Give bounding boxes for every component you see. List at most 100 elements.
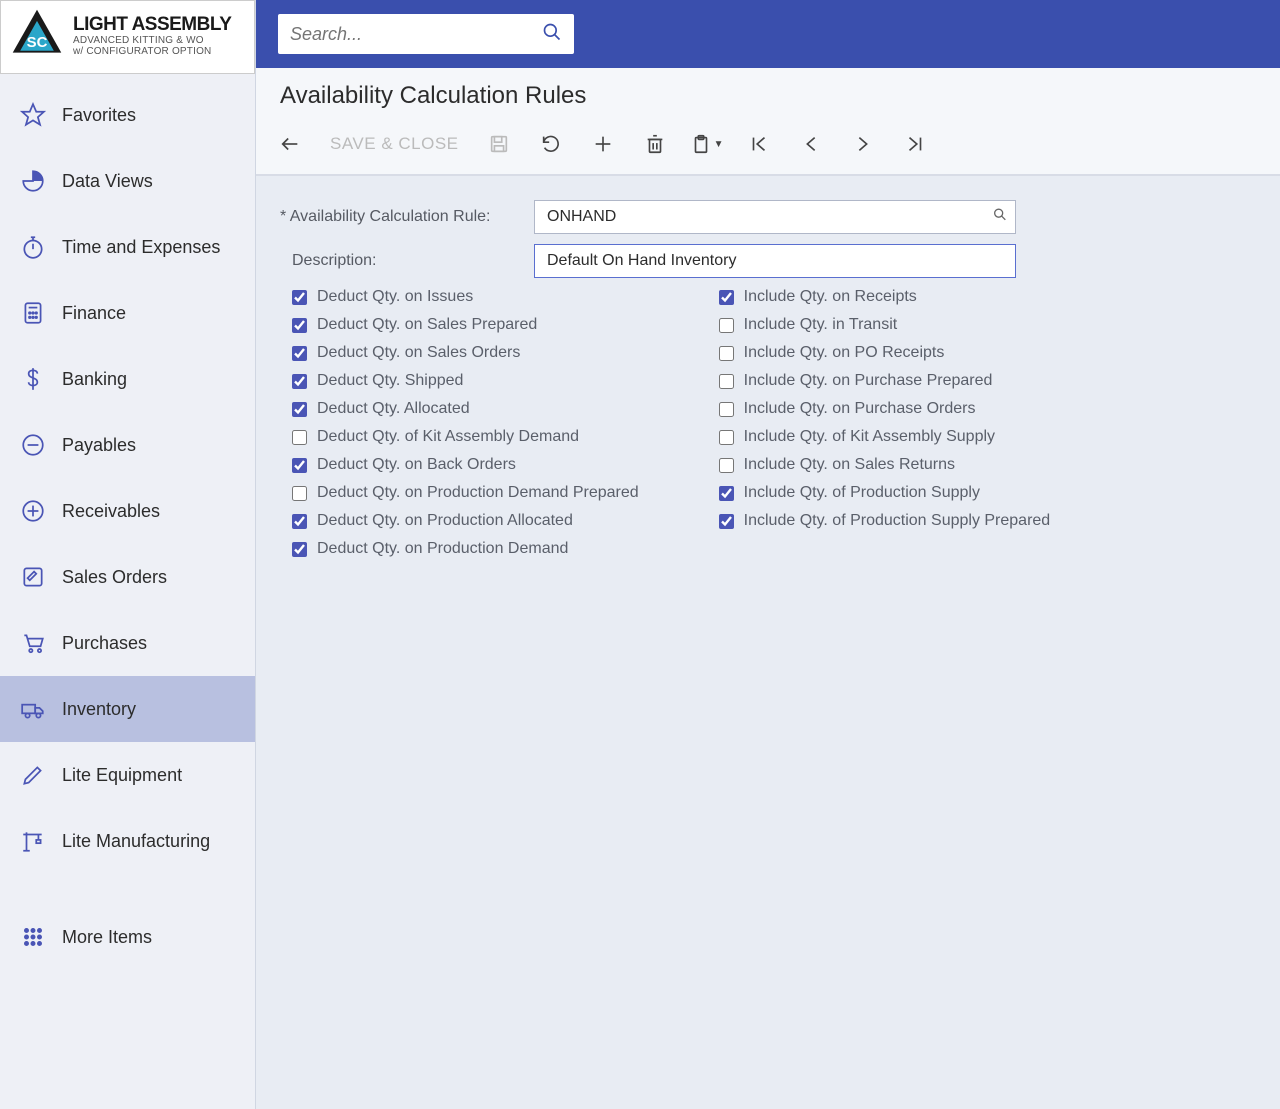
checkbox-deduct-qty-on-production-demand-prepared[interactable] <box>292 486 307 501</box>
checkbox-label[interactable]: Include Qty. of Production Supply <box>744 484 980 502</box>
sidebar-item-label: Banking <box>62 369 127 390</box>
topbar <box>256 0 1280 68</box>
sidebar-item-time-and-expenses[interactable]: Time and Expenses <box>0 214 255 280</box>
sidebar-item-label: More Items <box>62 927 152 948</box>
checkbox-label[interactable]: Deduct Qty. on Production Allocated <box>317 512 573 530</box>
checkbox-include-qty-on-receipts[interactable] <box>719 290 734 305</box>
first-button[interactable] <box>739 126 779 162</box>
back-button[interactable] <box>270 126 310 162</box>
checkbox-deduct-qty-of-kit-assembly-demand[interactable] <box>292 430 307 445</box>
checkbox-label[interactable]: Deduct Qty. on Back Orders <box>317 456 516 474</box>
sidebar-item-label: Lite Equipment <box>62 765 182 786</box>
checkbox-row: Deduct Qty. on Production Demand Prepare… <box>292 484 639 502</box>
checkbox-deduct-qty-shipped[interactable] <box>292 374 307 389</box>
checkbox-label[interactable]: Include Qty. in Transit <box>744 316 898 334</box>
checkbox-deduct-qty-on-sales-prepared[interactable] <box>292 318 307 333</box>
logo-block: SC LIGHT ASSEMBLY ADVANCED KITTING & WO … <box>0 0 255 74</box>
include-checkbox-column: Include Qty. on Receipts Include Qty. in … <box>719 288 1051 558</box>
checkbox-row: Deduct Qty. Allocated <box>292 400 639 418</box>
nav-list: Favorites Data Views Time and Expenses Fina… <box>0 74 255 1109</box>
rule-input[interactable] <box>534 200 1016 234</box>
checkbox-row: Deduct Qty. on Production Allocated <box>292 512 639 530</box>
checkbox-deduct-qty-allocated[interactable] <box>292 402 307 417</box>
checkbox-label[interactable]: Deduct Qty. of Kit Assembly Demand <box>317 428 579 446</box>
checkbox-label[interactable]: Include Qty. on Receipts <box>744 288 917 306</box>
sidebar-item-label: Data Views <box>62 171 153 192</box>
sidebar-item-more[interactable]: More Items <box>0 904 255 970</box>
checkbox-deduct-qty-on-production-allocated[interactable] <box>292 514 307 529</box>
checkbox-include-qty-on-purchase-prepared[interactable] <box>719 374 734 389</box>
sidebar-item-finance[interactable]: Finance <box>0 280 255 346</box>
next-button[interactable] <box>843 126 883 162</box>
sidebar-item-purchases[interactable]: Purchases <box>0 610 255 676</box>
sidebar-item-lite-equipment[interactable]: Lite Equipment <box>0 742 255 808</box>
checkbox-label[interactable]: Include Qty. on Purchase Orders <box>744 400 976 418</box>
checkbox-label[interactable]: Deduct Qty. on Sales Orders <box>317 344 520 362</box>
sidebar-item-label: Receivables <box>62 501 160 522</box>
checkbox-include-qty-in-transit[interactable] <box>719 318 734 333</box>
checkbox-label[interactable]: Deduct Qty. on Sales Prepared <box>317 316 537 334</box>
checkbox-label[interactable]: Deduct Qty. on Production Demand Prepare… <box>317 484 639 502</box>
checkbox-label[interactable]: Include Qty. of Production Supply Prepar… <box>744 512 1051 530</box>
plus-circle-icon <box>20 498 46 524</box>
checkbox-label[interactable]: Deduct Qty. Shipped <box>317 372 463 390</box>
undo-button[interactable] <box>531 126 571 162</box>
prev-button[interactable] <box>791 126 831 162</box>
lookup-icon[interactable] <box>992 207 1008 228</box>
brand-subtitle-1: ADVANCED KITTING & WO <box>73 35 231 46</box>
last-button[interactable] <box>895 126 935 162</box>
checkbox-row: Include Qty. of Production Supply <box>719 484 1051 502</box>
checkbox-deduct-qty-on-production-demand[interactable] <box>292 542 307 557</box>
checkbox-label[interactable]: Include Qty. on PO Receipts <box>744 344 945 362</box>
delete-button[interactable] <box>635 126 675 162</box>
sidebar-item-lite-manufacturing[interactable]: Lite Manufacturing <box>0 808 255 874</box>
sidebar-item-favorites[interactable]: Favorites <box>0 82 255 148</box>
calculator-icon <box>20 300 46 326</box>
stopwatch-icon <box>20 234 46 260</box>
checkbox-deduct-qty-on-back-orders[interactable] <box>292 458 307 473</box>
brand-subtitle-2: w/ CONFIGURATOR OPTION <box>73 46 231 57</box>
checkbox-include-qty-on-purchase-orders[interactable] <box>719 402 734 417</box>
sidebar-item-sales-orders[interactable]: Sales Orders <box>0 544 255 610</box>
checkbox-label[interactable]: Deduct Qty. Allocated <box>317 400 470 418</box>
checkbox-label[interactable]: Include Qty. on Purchase Prepared <box>744 372 993 390</box>
checkbox-include-qty-of-production-supply[interactable] <box>719 486 734 501</box>
checkbox-row: Include Qty. of Production Supply Prepar… <box>719 512 1051 530</box>
checkbox-row: Include Qty. on Receipts <box>719 288 1051 306</box>
sidebar-item-inventory[interactable]: Inventory <box>0 676 255 742</box>
checkbox-row: Include Qty. of Kit Assembly Supply <box>719 428 1051 446</box>
sidebar-item-banking[interactable]: Banking <box>0 346 255 412</box>
clipboard-dropdown[interactable]: ▼ <box>687 126 727 162</box>
sidebar-item-label: Finance <box>62 303 126 324</box>
cart-icon <box>20 630 46 656</box>
star-icon <box>20 102 46 128</box>
sidebar-item-data-views[interactable]: Data Views <box>0 148 255 214</box>
checkbox-deduct-qty-on-sales-orders[interactable] <box>292 346 307 361</box>
checkbox-include-qty-on-po-receipts[interactable] <box>719 346 734 361</box>
checkbox-row: Include Qty. on Purchase Prepared <box>719 372 1051 390</box>
sidebar: SC LIGHT ASSEMBLY ADVANCED KITTING & WO … <box>0 0 256 1109</box>
desc-input[interactable] <box>534 244 1016 278</box>
save-close-button: SAVE & CLOSE <box>322 134 467 154</box>
checkbox-label[interactable]: Include Qty. on Sales Returns <box>744 456 955 474</box>
checkbox-row: Include Qty. on Sales Returns <box>719 456 1051 474</box>
desc-label: Description: <box>284 252 534 270</box>
checkbox-include-qty-on-sales-returns[interactable] <box>719 458 734 473</box>
form-area: Availability Calculation Rule: Descripti… <box>256 175 1280 1109</box>
checkbox-include-qty-of-kit-assembly-supply[interactable] <box>719 430 734 445</box>
checkbox-label[interactable]: Include Qty. of Kit Assembly Supply <box>744 428 995 446</box>
sidebar-item-label: Inventory <box>62 699 136 720</box>
checkbox-row: Deduct Qty. on Back Orders <box>292 456 639 474</box>
sidebar-item-payables[interactable]: Payables <box>0 412 255 478</box>
search-input[interactable] <box>290 24 542 45</box>
checkbox-label[interactable]: Deduct Qty. on Issues <box>317 288 473 306</box>
checkbox-deduct-qty-on-issues[interactable] <box>292 290 307 305</box>
sidebar-item-label: Favorites <box>62 105 136 126</box>
page-header: Availability Calculation Rules <box>256 68 1280 116</box>
search-icon[interactable] <box>542 22 562 47</box>
checkbox-label[interactable]: Deduct Qty. on Production Demand <box>317 540 568 558</box>
checkbox-include-qty-of-production-supply-prepared[interactable] <box>719 514 734 529</box>
add-button[interactable] <box>583 126 623 162</box>
search-box[interactable] <box>278 14 574 54</box>
sidebar-item-receivables[interactable]: Receivables <box>0 478 255 544</box>
